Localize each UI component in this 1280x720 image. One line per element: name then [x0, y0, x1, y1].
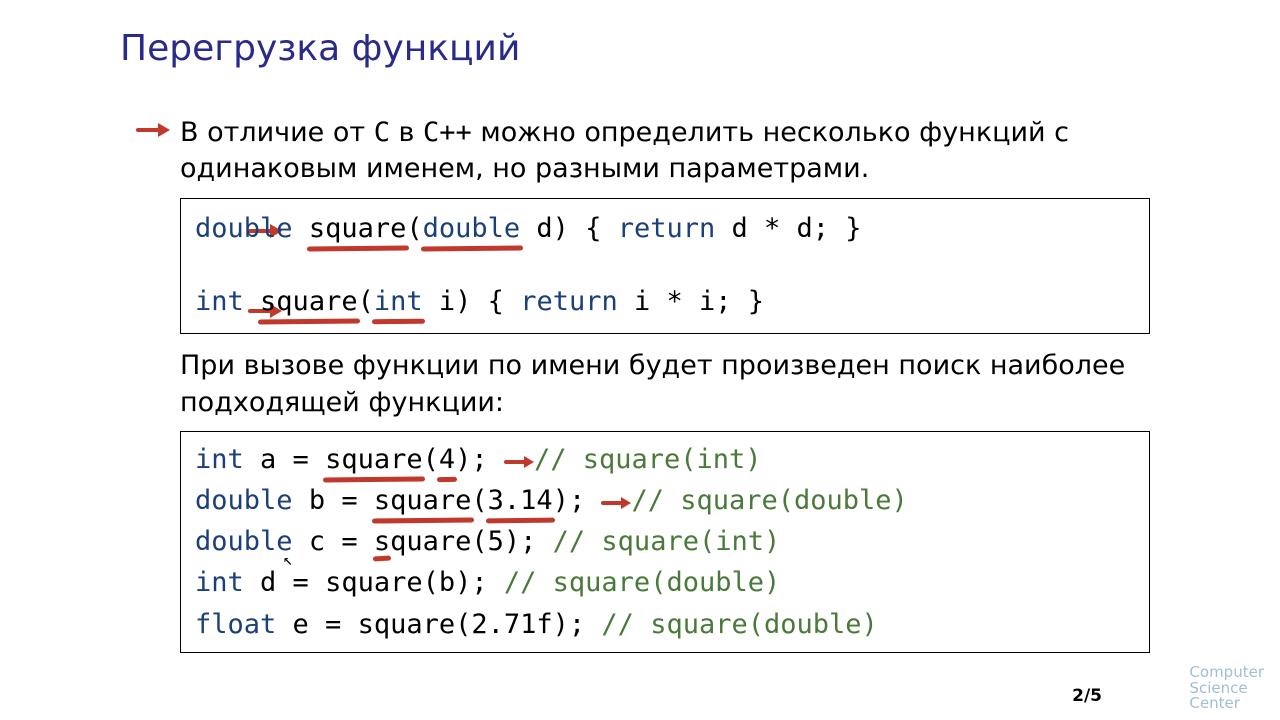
arrow-icon	[601, 483, 631, 499]
bullet-text: В отличие от C в C++ можно определить не…	[180, 117, 1069, 184]
underline: square	[374, 481, 472, 520]
underline: int	[374, 282, 423, 321]
code-line: int a = square(4); // square(int)	[195, 440, 1135, 479]
underline: 4	[439, 440, 455, 479]
code-block-1: double square(double d) { return d * d; …	[180, 198, 1150, 334]
underline: square	[325, 440, 423, 479]
arrow-icon	[136, 121, 170, 139]
arrow-icon	[504, 442, 534, 458]
cpp-lang: C++	[423, 117, 472, 148]
code-line: int d = square(b); // square(double)	[195, 563, 1135, 602]
code-line: int square(int i) { return i * i; }	[195, 282, 1135, 321]
underline: double	[423, 209, 521, 248]
logo: Computer Science Center	[1189, 665, 1264, 712]
page-number: 2/5	[1072, 686, 1102, 706]
underline: square	[309, 209, 407, 248]
paragraph-2: При вызове функции по имени будет произв…	[180, 348, 1220, 421]
slide: Перегрузка функций В отличие от C в C++ …	[0, 0, 1280, 720]
code-line: float e = square(2.71f); // square(doubl…	[195, 605, 1135, 644]
code-line: double c = square(5); // square(int) ↖	[195, 522, 1135, 561]
underline	[373, 556, 391, 562]
code-line: double square(double d) { return d * d; …	[195, 209, 1135, 248]
code-line: double b = square(3.14); // square(doubl…	[195, 481, 1135, 520]
bullet-1: В отличие от C в C++ можно определить не…	[180, 115, 1220, 188]
c-lang: C	[374, 117, 390, 148]
underline: 3.14	[488, 481, 553, 520]
slide-title: Перегрузка функций	[120, 28, 1220, 69]
underline: square	[260, 282, 358, 321]
code-block-2: int a = square(4); // square(int) double…	[180, 431, 1150, 653]
